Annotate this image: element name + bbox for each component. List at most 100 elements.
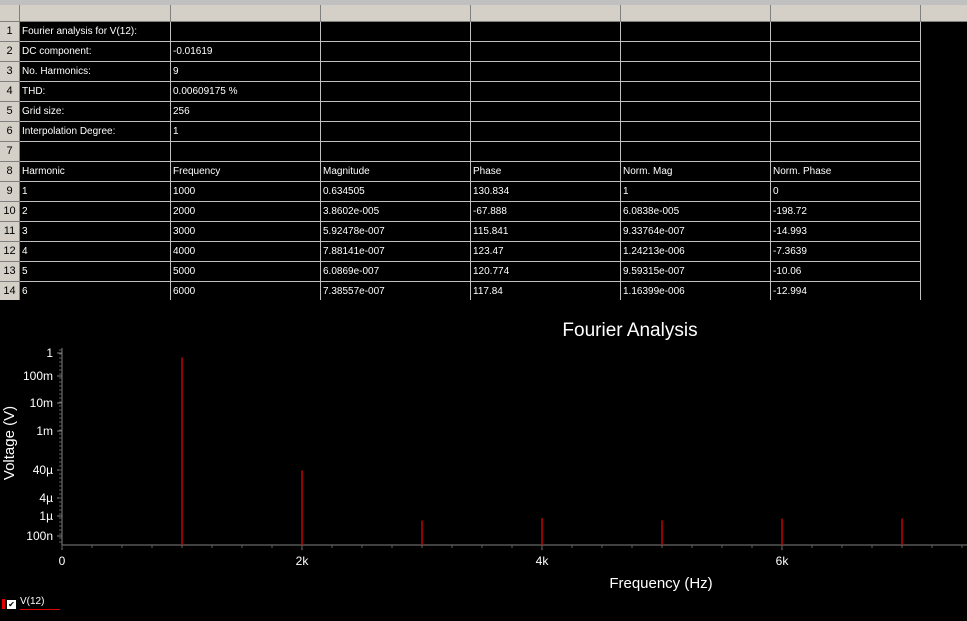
table-cell[interactable]: 9.59315e-007 bbox=[621, 262, 771, 282]
table-cell[interactable]: -7.3639 bbox=[771, 242, 921, 262]
table-cell[interactable] bbox=[621, 42, 771, 62]
table-cell[interactable]: 3 bbox=[20, 222, 171, 242]
table-cell[interactable]: 5 bbox=[20, 262, 171, 282]
table-cell[interactable]: 1 bbox=[621, 182, 771, 202]
table-cell[interactable] bbox=[171, 22, 321, 42]
table-cell[interactable]: 5000 bbox=[171, 262, 321, 282]
table-cell[interactable]: 115.841 bbox=[471, 222, 621, 242]
row-header[interactable]: 13 bbox=[0, 262, 20, 282]
row-header[interactable]: 10 bbox=[0, 202, 20, 222]
table-cell[interactable] bbox=[771, 82, 921, 102]
table-cell[interactable]: 4000 bbox=[171, 242, 321, 262]
table-cell[interactable]: 1 bbox=[171, 122, 321, 142]
table-cell[interactable]: 1000 bbox=[171, 182, 321, 202]
table-cell[interactable] bbox=[771, 22, 921, 42]
table-cell[interactable]: THD: bbox=[20, 82, 171, 102]
table-cell[interactable] bbox=[771, 122, 921, 142]
table-cell[interactable] bbox=[621, 142, 771, 162]
table-cell[interactable]: 130.834 bbox=[471, 182, 621, 202]
row-header[interactable]: 14 bbox=[0, 282, 20, 300]
row-header[interactable]: 2 bbox=[0, 42, 20, 62]
table-cell[interactable]: -67.888 bbox=[471, 202, 621, 222]
row-header[interactable]: 1 bbox=[0, 22, 20, 42]
row-header[interactable]: 9 bbox=[0, 182, 20, 202]
table-cell[interactable] bbox=[471, 62, 621, 82]
table-cell[interactable] bbox=[321, 42, 471, 62]
table-cell[interactable]: 120.774 bbox=[471, 262, 621, 282]
table-cell[interactable]: 5.92478e-007 bbox=[321, 222, 471, 242]
table-cell[interactable]: 123.47 bbox=[471, 242, 621, 262]
table-cell[interactable]: 6.0869e-007 bbox=[321, 262, 471, 282]
table-cell[interactable] bbox=[471, 82, 621, 102]
table-cell[interactable]: 117.84 bbox=[471, 282, 621, 300]
table-cell[interactable]: 0 bbox=[771, 182, 921, 202]
table-cell[interactable] bbox=[621, 62, 771, 82]
table-cell[interactable]: -198.72 bbox=[771, 202, 921, 222]
table-cell[interactable] bbox=[471, 22, 621, 42]
table-cell[interactable] bbox=[771, 42, 921, 62]
table-cell[interactable]: Norm. Mag bbox=[621, 162, 771, 182]
table-cell[interactable] bbox=[171, 142, 321, 162]
table-cell[interactable] bbox=[771, 102, 921, 122]
table-cell[interactable]: 9.33764e-007 bbox=[621, 222, 771, 242]
table-cell[interactable]: Harmonic bbox=[20, 162, 171, 182]
table-cell[interactable]: 256 bbox=[171, 102, 321, 122]
table-cell[interactable]: 7.88141e-007 bbox=[321, 242, 471, 262]
table-cell[interactable] bbox=[471, 102, 621, 122]
table-cell[interactable]: 0.634505 bbox=[321, 182, 471, 202]
table-cell[interactable]: Interpolation Degree: bbox=[20, 122, 171, 142]
table-cell[interactable]: DC component: bbox=[20, 42, 171, 62]
table-cell[interactable] bbox=[321, 142, 471, 162]
table-cell[interactable] bbox=[20, 142, 171, 162]
table-cell[interactable]: 1.24213e-006 bbox=[621, 242, 771, 262]
table-cell[interactable]: Norm. Phase bbox=[771, 162, 921, 182]
table-cell[interactable]: 1 bbox=[20, 182, 171, 202]
table-cell[interactable] bbox=[621, 122, 771, 142]
column-header-b[interactable] bbox=[171, 5, 321, 22]
table-cell[interactable]: -14.993 bbox=[771, 222, 921, 242]
table-cell[interactable]: Fourier analysis for V(12): bbox=[20, 22, 171, 42]
table-cell[interactable]: -10.06 bbox=[771, 262, 921, 282]
table-cell[interactable]: 1.16399e-006 bbox=[621, 282, 771, 300]
row-header[interactable]: 12 bbox=[0, 242, 20, 262]
table-cell[interactable]: Magnitude bbox=[321, 162, 471, 182]
table-cell[interactable] bbox=[471, 122, 621, 142]
row-header[interactable]: 8 bbox=[0, 162, 20, 182]
table-cell[interactable]: No. Harmonics: bbox=[20, 62, 171, 82]
corner-header[interactable] bbox=[0, 5, 20, 22]
table-cell[interactable] bbox=[321, 82, 471, 102]
table-cell[interactable] bbox=[771, 62, 921, 82]
row-header[interactable]: 5 bbox=[0, 102, 20, 122]
table-cell[interactable]: -12.994 bbox=[771, 282, 921, 300]
table-cell[interactable] bbox=[621, 102, 771, 122]
table-cell[interactable]: 3000 bbox=[171, 222, 321, 242]
table-cell[interactable]: 9 bbox=[171, 62, 321, 82]
table-cell[interactable] bbox=[771, 142, 921, 162]
row-header[interactable]: 6 bbox=[0, 122, 20, 142]
table-cell[interactable]: Phase bbox=[471, 162, 621, 182]
column-header-d[interactable] bbox=[471, 5, 621, 22]
row-header[interactable]: 3 bbox=[0, 62, 20, 82]
table-cell[interactable]: 6.0838e-005 bbox=[621, 202, 771, 222]
table-cell[interactable]: 4 bbox=[20, 242, 171, 262]
table-cell[interactable] bbox=[621, 82, 771, 102]
column-header-f[interactable] bbox=[771, 5, 921, 22]
table-cell[interactable]: -0.01619 bbox=[171, 42, 321, 62]
table-cell[interactable]: Grid size: bbox=[20, 102, 171, 122]
table-cell[interactable]: 6000 bbox=[171, 282, 321, 300]
table-cell[interactable] bbox=[321, 22, 471, 42]
table-cell[interactable]: 7.38557e-007 bbox=[321, 282, 471, 300]
table-cell[interactable] bbox=[471, 142, 621, 162]
table-cell[interactable]: Frequency bbox=[171, 162, 321, 182]
table-cell[interactable] bbox=[321, 102, 471, 122]
column-header-e[interactable] bbox=[621, 5, 771, 22]
row-header[interactable]: 11 bbox=[0, 222, 20, 242]
table-cell[interactable] bbox=[621, 22, 771, 42]
table-cell[interactable] bbox=[471, 42, 621, 62]
column-header-c[interactable] bbox=[321, 5, 471, 22]
row-header[interactable]: 7 bbox=[0, 142, 20, 162]
row-header[interactable]: 4 bbox=[0, 82, 20, 102]
column-header-a[interactable] bbox=[20, 5, 171, 22]
table-cell[interactable]: 3.8602e-005 bbox=[321, 202, 471, 222]
legend-checkbox[interactable]: ✔ bbox=[7, 600, 16, 609]
